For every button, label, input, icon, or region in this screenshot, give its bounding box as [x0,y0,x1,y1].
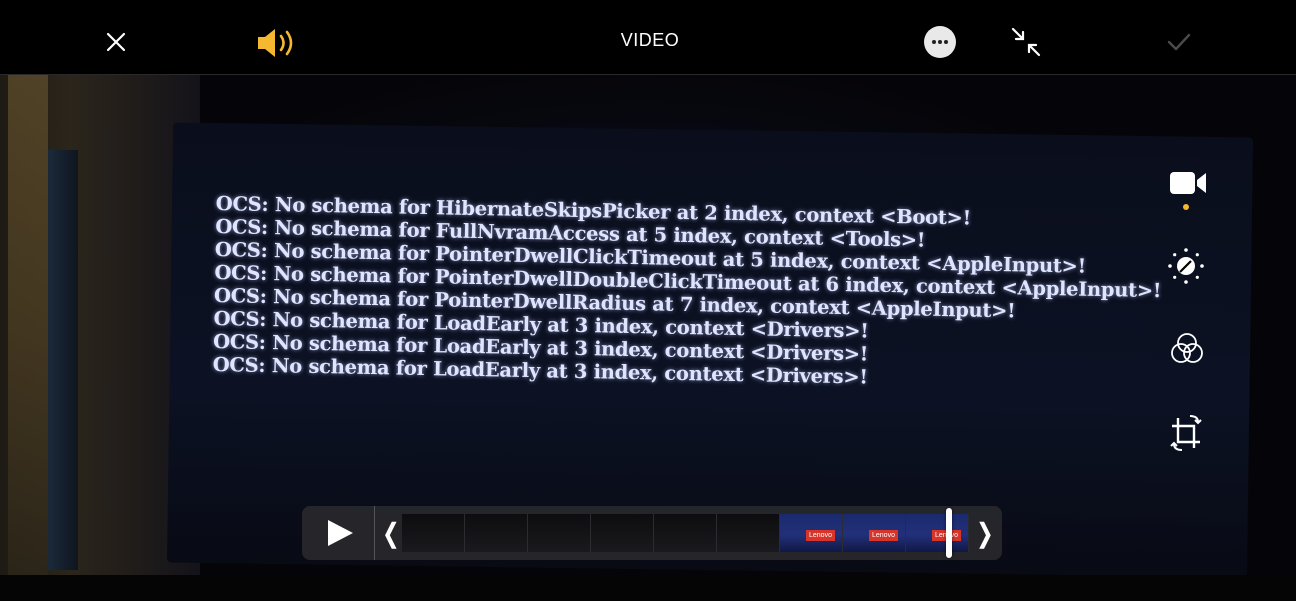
selected-indicator [1183,204,1189,210]
more-ellipsis-icon [932,40,936,44]
filters-icon [1171,333,1203,363]
timeline-thumbnail [717,514,780,552]
timeline-scrubber: ❬ Lenovo Lenovo Lenovo ❭ [302,506,1002,560]
timeline-thumbnail [591,514,654,552]
more-options-button[interactable] [924,26,956,58]
timeline-thumbnail: Lenovo [843,514,906,552]
checkmark-icon [1167,33,1191,51]
crop-rotate-icon [1170,415,1202,451]
timeline-thumbnail [654,514,717,552]
minimize-button[interactable] [1008,24,1044,60]
play-icon [328,520,353,546]
more-ellipsis-dot [938,40,942,44]
timeline-thumbnail [528,514,591,552]
timeline-thumbnail [465,514,528,552]
timeline-thumbnail [402,514,465,552]
playhead[interactable] [946,508,953,558]
tool-crop-button[interactable] [1168,412,1204,452]
top-bar: VIDEO [0,0,1296,75]
tool-video-button[interactable] [1168,168,1208,198]
sound-toggle-button[interactable] [254,26,302,60]
trim-handle-left[interactable]: ❬ [380,514,402,552]
lenovo-logo: Lenovo [869,530,898,541]
minimize-arrows-icon [1011,27,1041,57]
trim-handle-right[interactable]: ❭ [974,514,996,552]
adjust-dial-icon [1168,248,1204,284]
play-button[interactable] [302,506,375,560]
timeline-thumbnail: Lenovo [906,514,969,552]
page-title: VIDEO [620,30,680,50]
speaker-on-icon [258,29,293,57]
background-edge [48,150,78,570]
close-button[interactable] [104,30,128,54]
tool-filters-button[interactable] [1168,330,1206,368]
more-ellipsis-dot [944,40,948,44]
background-bezel [0,575,1296,601]
background-shelf [8,60,48,600]
lenovo-logo: Lenovo [806,530,835,541]
done-button[interactable] [1166,30,1192,54]
timeline-thumbnail: Lenovo [780,514,843,552]
console-output: OCS: No schema for HibernateSkipsPicker … [212,192,1161,394]
video-icon [1170,172,1206,194]
close-icon [106,32,126,52]
thumbnail-strip[interactable]: Lenovo Lenovo Lenovo [402,514,972,552]
tool-adjust-button[interactable] [1166,246,1206,286]
video-editor: OCS: No schema for HibernateSkipsPicker … [0,0,1296,601]
